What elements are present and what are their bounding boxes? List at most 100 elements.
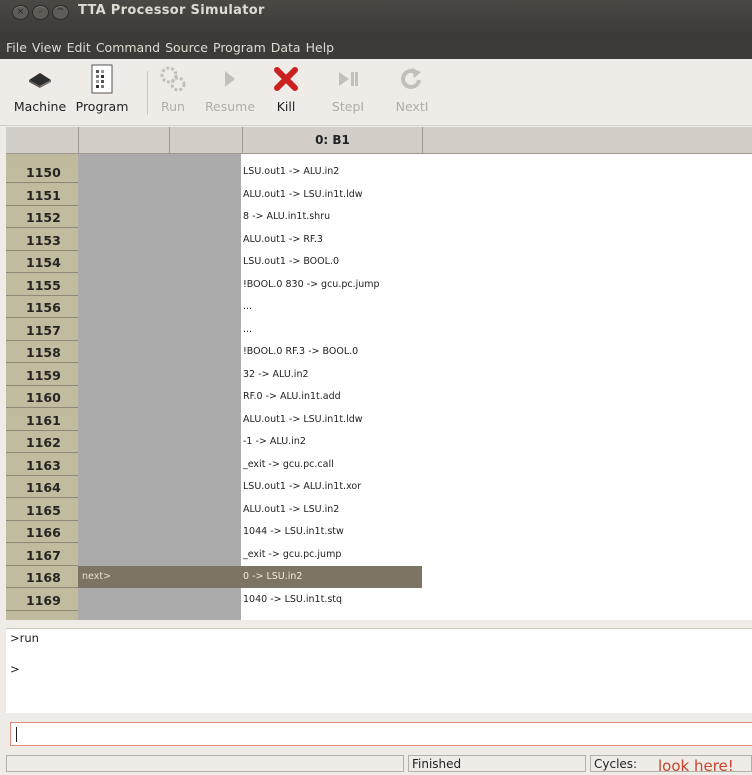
instruction-cell: !BOOL.0 830 -> gcu.pc.jump: [243, 278, 380, 290]
next-marker: next>: [82, 571, 112, 582]
instruction-cell: ALU.out1 -> LSU.in2: [243, 503, 340, 515]
table-row[interactable]: 1164 LSU.out1 -> ALU.in1t.xor: [6, 476, 752, 499]
instruction-cell: 1040 -> LSU.in1t.stq: [243, 593, 343, 605]
table-row[interactable]: 1160 RF.0 -> ALU.in1t.add: [6, 386, 752, 409]
line-number: 1157: [6, 318, 78, 341]
console-line: >: [10, 662, 20, 676]
table-row[interactable]: 1158 !BOOL.0 RF.3 -> BOOL.0: [6, 341, 752, 364]
table-row[interactable]: 1165 ALU.out1 -> LSU.in2: [6, 498, 752, 522]
table-row[interactable]: 1161 ALU.out1 -> LSU.in1t.ldw: [6, 408, 752, 432]
menu-program[interactable]: Program: [213, 40, 266, 55]
instruction-cell: ALU.out1 -> LSU.in1t.ldw: [243, 188, 363, 200]
table-row[interactable]: 1169 1040 -> LSU.in1t.stq: [6, 588, 752, 612]
line-number: 1152: [6, 206, 78, 228]
menu-help[interactable]: Help: [306, 40, 335, 55]
disassembly-grid[interactable]: 0: B1 1150 LSU.out1 -> ALU.in2 1151 ALU.out…: [6, 127, 752, 620]
line-number: 1164: [6, 476, 78, 498]
minimize-window-button[interactable]: –: [32, 5, 49, 20]
stepi-button[interactable]: StepI: [328, 65, 368, 114]
line-number: 1159: [6, 363, 78, 386]
instruction-cell: _exit -> gcu.pc.call: [243, 458, 334, 470]
menu-file[interactable]: File: [6, 40, 27, 55]
document-icon: [74, 64, 130, 94]
command-input[interactable]: [10, 722, 752, 746]
table-row[interactable]: 1157...: [6, 318, 752, 342]
run-button[interactable]: Run: [156, 65, 190, 114]
header-breakpoint-column[interactable]: [79, 127, 170, 153]
close-window-button[interactable]: ×: [12, 5, 29, 20]
line-number: 1150: [6, 161, 78, 183]
machine-label: Machine: [13, 99, 67, 114]
menu-edit[interactable]: Edit: [67, 40, 91, 55]
header-line-column[interactable]: [6, 127, 79, 153]
chip-icon: [10, 65, 70, 93]
menubar: File View Edit Command Source Program Da…: [0, 36, 752, 59]
table-row[interactable]: 1150 LSU.out1 -> ALU.in2: [6, 161, 752, 184]
table-row[interactable]: 1156...: [6, 296, 752, 319]
table-row[interactable]: 1151 ALU.out1 -> LSU.in1t.ldw: [6, 183, 752, 207]
text-caret: [16, 727, 17, 742]
table-row[interactable]: 1155 !BOOL.0 830 -> gcu.pc.jump: [6, 273, 752, 297]
menu-view[interactable]: View: [32, 40, 62, 55]
machine-button[interactable]: Machine: [10, 65, 70, 114]
header-marker-column[interactable]: [170, 127, 243, 153]
line-number: 1155: [6, 273, 78, 296]
resume-button[interactable]: Resume: [202, 65, 258, 114]
line-number: 1163: [6, 453, 78, 476]
kill-button[interactable]: Kill: [268, 65, 304, 114]
header-bus-column[interactable]: 0: B1: [243, 127, 423, 153]
instruction-cell: 32 -> ALU.in2: [243, 368, 309, 380]
table-row[interactable]: next> 1168 0 -> LSU.in2: [6, 566, 752, 589]
instruction-cell: !BOOL.0 RF.3 -> BOOL.0: [243, 346, 359, 357]
line-number: 1169: [6, 588, 78, 611]
status-bar: Finished Cycles:: [6, 754, 752, 773]
redo-icon: [392, 65, 432, 93]
table-row[interactable]: 1154 LSU.out1 -> BOOL.0: [6, 251, 752, 274]
status-state: Finished: [408, 755, 586, 772]
program-button[interactable]: Program: [74, 64, 130, 114]
line-number: 1158: [6, 341, 78, 363]
instruction-cell: LSU.out1 -> ALU.in1t.xor: [243, 481, 362, 492]
line-number: 1162: [6, 431, 78, 453]
table-row[interactable]: 1166 1044 -> LSU.in1t.stw: [6, 521, 752, 544]
instruction-cell: ALU.out1 -> LSU.in1t.ldw: [243, 413, 363, 425]
stepi-label: StepI: [331, 99, 365, 114]
menu-data[interactable]: Data: [271, 40, 301, 55]
step-icon: [328, 65, 368, 93]
kill-x-icon: [268, 65, 304, 93]
status-message-field: [6, 755, 404, 772]
line-number: 1161: [6, 408, 78, 431]
program-label: Program: [75, 99, 129, 114]
instruction-cell: -1 -> ALU.in2: [243, 436, 306, 447]
nexti-label: NextI: [395, 99, 429, 114]
table-row[interactable]: 1159 32 -> ALU.in2: [6, 363, 752, 387]
line-number: 1167: [6, 543, 78, 566]
instruction-cell: ALU.out1 -> RF.3: [243, 233, 323, 245]
table-row[interactable]: 1153 ALU.out1 -> RF.3: [6, 228, 752, 252]
table-row[interactable]: 1152 8 -> ALU.in1t.shru: [6, 206, 752, 229]
instruction-cell: 8 -> ALU.in1t.shru: [243, 211, 331, 222]
resume-label: Resume: [204, 99, 256, 114]
console-output: >run >: [6, 628, 752, 713]
instruction-cell: ...: [243, 323, 253, 335]
table-row[interactable]: 1167 _exit -> gcu.pc.jump: [6, 543, 752, 567]
line-number: 1160: [6, 386, 78, 408]
line-number: 1154: [6, 251, 78, 273]
gears-icon: [156, 65, 190, 93]
instruction-cell: LSU.out1 -> BOOL.0: [243, 256, 339, 267]
window-title: TTA Processor Simulator: [78, 3, 265, 18]
grid-header: 0: B1: [6, 127, 752, 154]
table-row[interactable]: 1162 -1 -> ALU.in2: [6, 431, 752, 454]
menu-source[interactable]: Source: [165, 40, 208, 55]
line-number: 1153: [6, 228, 78, 251]
window-titlebar: × – ^ TTA Processor Simulator: [0, 0, 752, 36]
menu-command[interactable]: Command: [96, 40, 160, 55]
table-row[interactable]: 1163 _exit -> gcu.pc.call: [6, 453, 752, 477]
instruction-cell: ...: [243, 301, 253, 312]
instruction-cell: 1044 -> LSU.in1t.stw: [243, 526, 344, 537]
line-number: 1168: [6, 566, 78, 588]
kill-label: Kill: [276, 99, 296, 114]
nexti-button[interactable]: NextI: [392, 65, 432, 114]
line-number: 1165: [6, 498, 78, 521]
maximize-window-button[interactable]: ^: [52, 5, 69, 20]
